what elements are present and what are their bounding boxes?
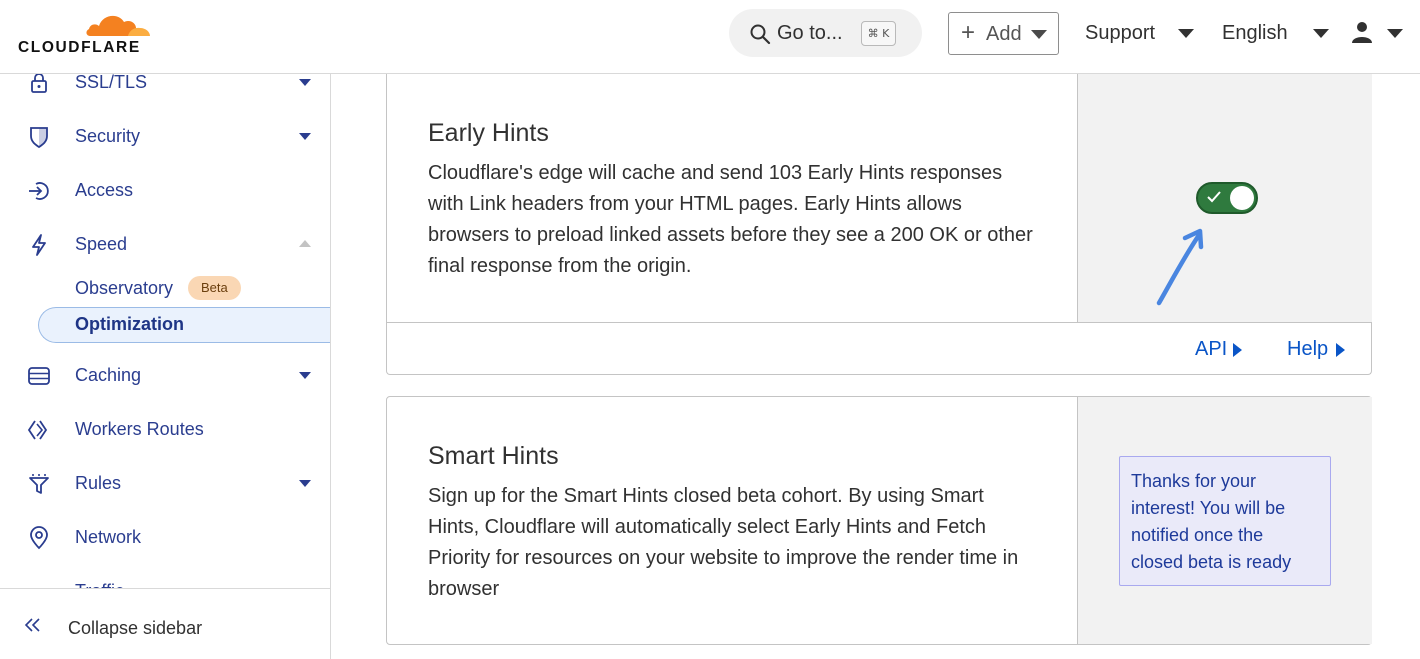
caret-right-icon bbox=[1336, 343, 1345, 357]
sidebar-item-label: Caching bbox=[75, 365, 142, 385]
api-link-label: API bbox=[1195, 338, 1228, 360]
add-button[interactable]: + Add bbox=[948, 12, 1059, 55]
check-icon bbox=[1207, 191, 1221, 203]
help-link-label: Help bbox=[1287, 338, 1329, 360]
sidebar-item-security[interactable]: Security bbox=[0, 117, 330, 157]
smart-hints-card: Smart Hints Sign up for the Smart Hints … bbox=[386, 396, 1372, 645]
chevron-up-icon bbox=[299, 240, 311, 247]
sidebar-subitem-optimization[interactable]: Optimization bbox=[38, 307, 330, 343]
sidebar-item-workers-routes[interactable]: Workers Routes bbox=[0, 410, 330, 450]
lightning-icon bbox=[32, 234, 46, 256]
chevron-down-icon bbox=[1031, 30, 1047, 39]
card-title: Early Hints bbox=[428, 119, 549, 147]
collapse-sidebar-label: Collapse sidebar bbox=[68, 618, 203, 638]
user-icon bbox=[1352, 22, 1372, 43]
language-menu[interactable]: English bbox=[1222, 22, 1329, 45]
access-icon bbox=[29, 182, 49, 200]
keyboard-shortcut-badge: ⌘ K bbox=[861, 21, 896, 46]
location-pin-icon bbox=[30, 526, 48, 550]
toggle-knob bbox=[1230, 186, 1254, 210]
sidebar-item-label: Access bbox=[75, 180, 134, 200]
chevron-down-icon bbox=[299, 79, 311, 86]
brand-wordmark: CLOUDFLARE bbox=[18, 39, 141, 56]
sidebar-item-label: Speed bbox=[75, 234, 128, 254]
annotation-arrow-icon bbox=[1156, 228, 1204, 306]
language-menu-label: English bbox=[1222, 22, 1288, 44]
chevron-down-icon bbox=[299, 480, 311, 487]
card-body: Early Hints Cloudflare's edge will cache… bbox=[387, 74, 1077, 322]
lock-icon bbox=[31, 74, 47, 93]
caret-right-icon bbox=[1233, 343, 1242, 357]
cloudflare-logo[interactable]: CLOUDFLARE bbox=[18, 6, 158, 58]
beta-notice: Thanks for your interest! You will be no… bbox=[1119, 456, 1331, 586]
rules-icon bbox=[29, 474, 49, 494]
early-hints-card: Early Hints Cloudflare's edge will cache… bbox=[386, 74, 1372, 375]
sidebar-item-label: SSL/TLS bbox=[75, 74, 148, 92]
beta-badge: Beta bbox=[188, 276, 241, 300]
top-bar: CLOUDFLARE Go to... ⌘ K + Add Support En… bbox=[0, 0, 1420, 74]
sidebar-subitem-label: Observatory bbox=[75, 278, 174, 298]
go-to-label: Go to... bbox=[777, 22, 843, 44]
shield-icon bbox=[30, 127, 48, 149]
support-menu-label: Support bbox=[1085, 22, 1156, 44]
card-description: Sign up for the Smart Hints closed beta … bbox=[428, 485, 1019, 600]
sidebar-item-label: Security bbox=[75, 126, 141, 146]
sidebar-item-label: Network bbox=[75, 527, 142, 547]
chevron-down-icon bbox=[1313, 29, 1329, 38]
sidebar-item-network[interactable]: Network bbox=[0, 518, 330, 558]
sidebar-item-caching[interactable]: Caching bbox=[0, 356, 330, 396]
sidebar: SSL/TLS Security Access Speed Observator… bbox=[0, 74, 331, 659]
sidebar-item-speed[interactable]: Speed bbox=[0, 225, 330, 265]
support-menu[interactable]: Support bbox=[1085, 22, 1194, 45]
chevron-down-icon bbox=[299, 133, 311, 140]
sidebar-item-ssl-tls[interactable]: SSL/TLS bbox=[0, 74, 330, 103]
help-link[interactable]: Help bbox=[1287, 338, 1345, 361]
workers-icon bbox=[27, 420, 48, 440]
main-content: Early Hints Cloudflare's edge will cache… bbox=[331, 74, 1420, 659]
sidebar-subitem-observatory[interactable]: Observatory Beta bbox=[38, 271, 330, 307]
sidebar-subitem-label: Optimization bbox=[75, 314, 184, 334]
api-link[interactable]: API bbox=[1195, 338, 1242, 361]
sidebar-item-rules[interactable]: Rules bbox=[0, 464, 330, 504]
plus-icon: + bbox=[961, 19, 976, 46]
card-control-panel bbox=[1077, 74, 1372, 322]
early-hints-toggle[interactable] bbox=[1196, 182, 1258, 214]
add-button-label: Add bbox=[986, 23, 1022, 45]
card-description: Cloudflare's edge will cache and send 10… bbox=[428, 162, 1033, 277]
caching-icon bbox=[28, 367, 50, 385]
double-chevron-left-icon bbox=[24, 618, 40, 632]
collapse-sidebar-button[interactable]: Collapse sidebar bbox=[0, 588, 330, 659]
card-body: Smart Hints Sign up for the Smart Hints … bbox=[387, 397, 1077, 644]
cloud-logo-icon bbox=[86, 15, 150, 36]
card-title: Smart Hints bbox=[428, 442, 559, 470]
chevron-down-icon bbox=[1387, 29, 1403, 38]
search-icon bbox=[750, 24, 771, 45]
sidebar-item-label: Workers Routes bbox=[75, 419, 204, 439]
user-menu[interactable] bbox=[1350, 20, 1410, 50]
chevron-down-icon bbox=[299, 372, 311, 379]
chevron-down-icon bbox=[1178, 29, 1194, 38]
sidebar-item-label: Rules bbox=[75, 473, 122, 493]
card-control-panel: Thanks for your interest! You will be no… bbox=[1077, 397, 1372, 644]
card-footer: API Help bbox=[387, 322, 1371, 374]
sidebar-item-access[interactable]: Access bbox=[0, 171, 330, 211]
go-to-search[interactable]: Go to... ⌘ K bbox=[729, 9, 922, 57]
